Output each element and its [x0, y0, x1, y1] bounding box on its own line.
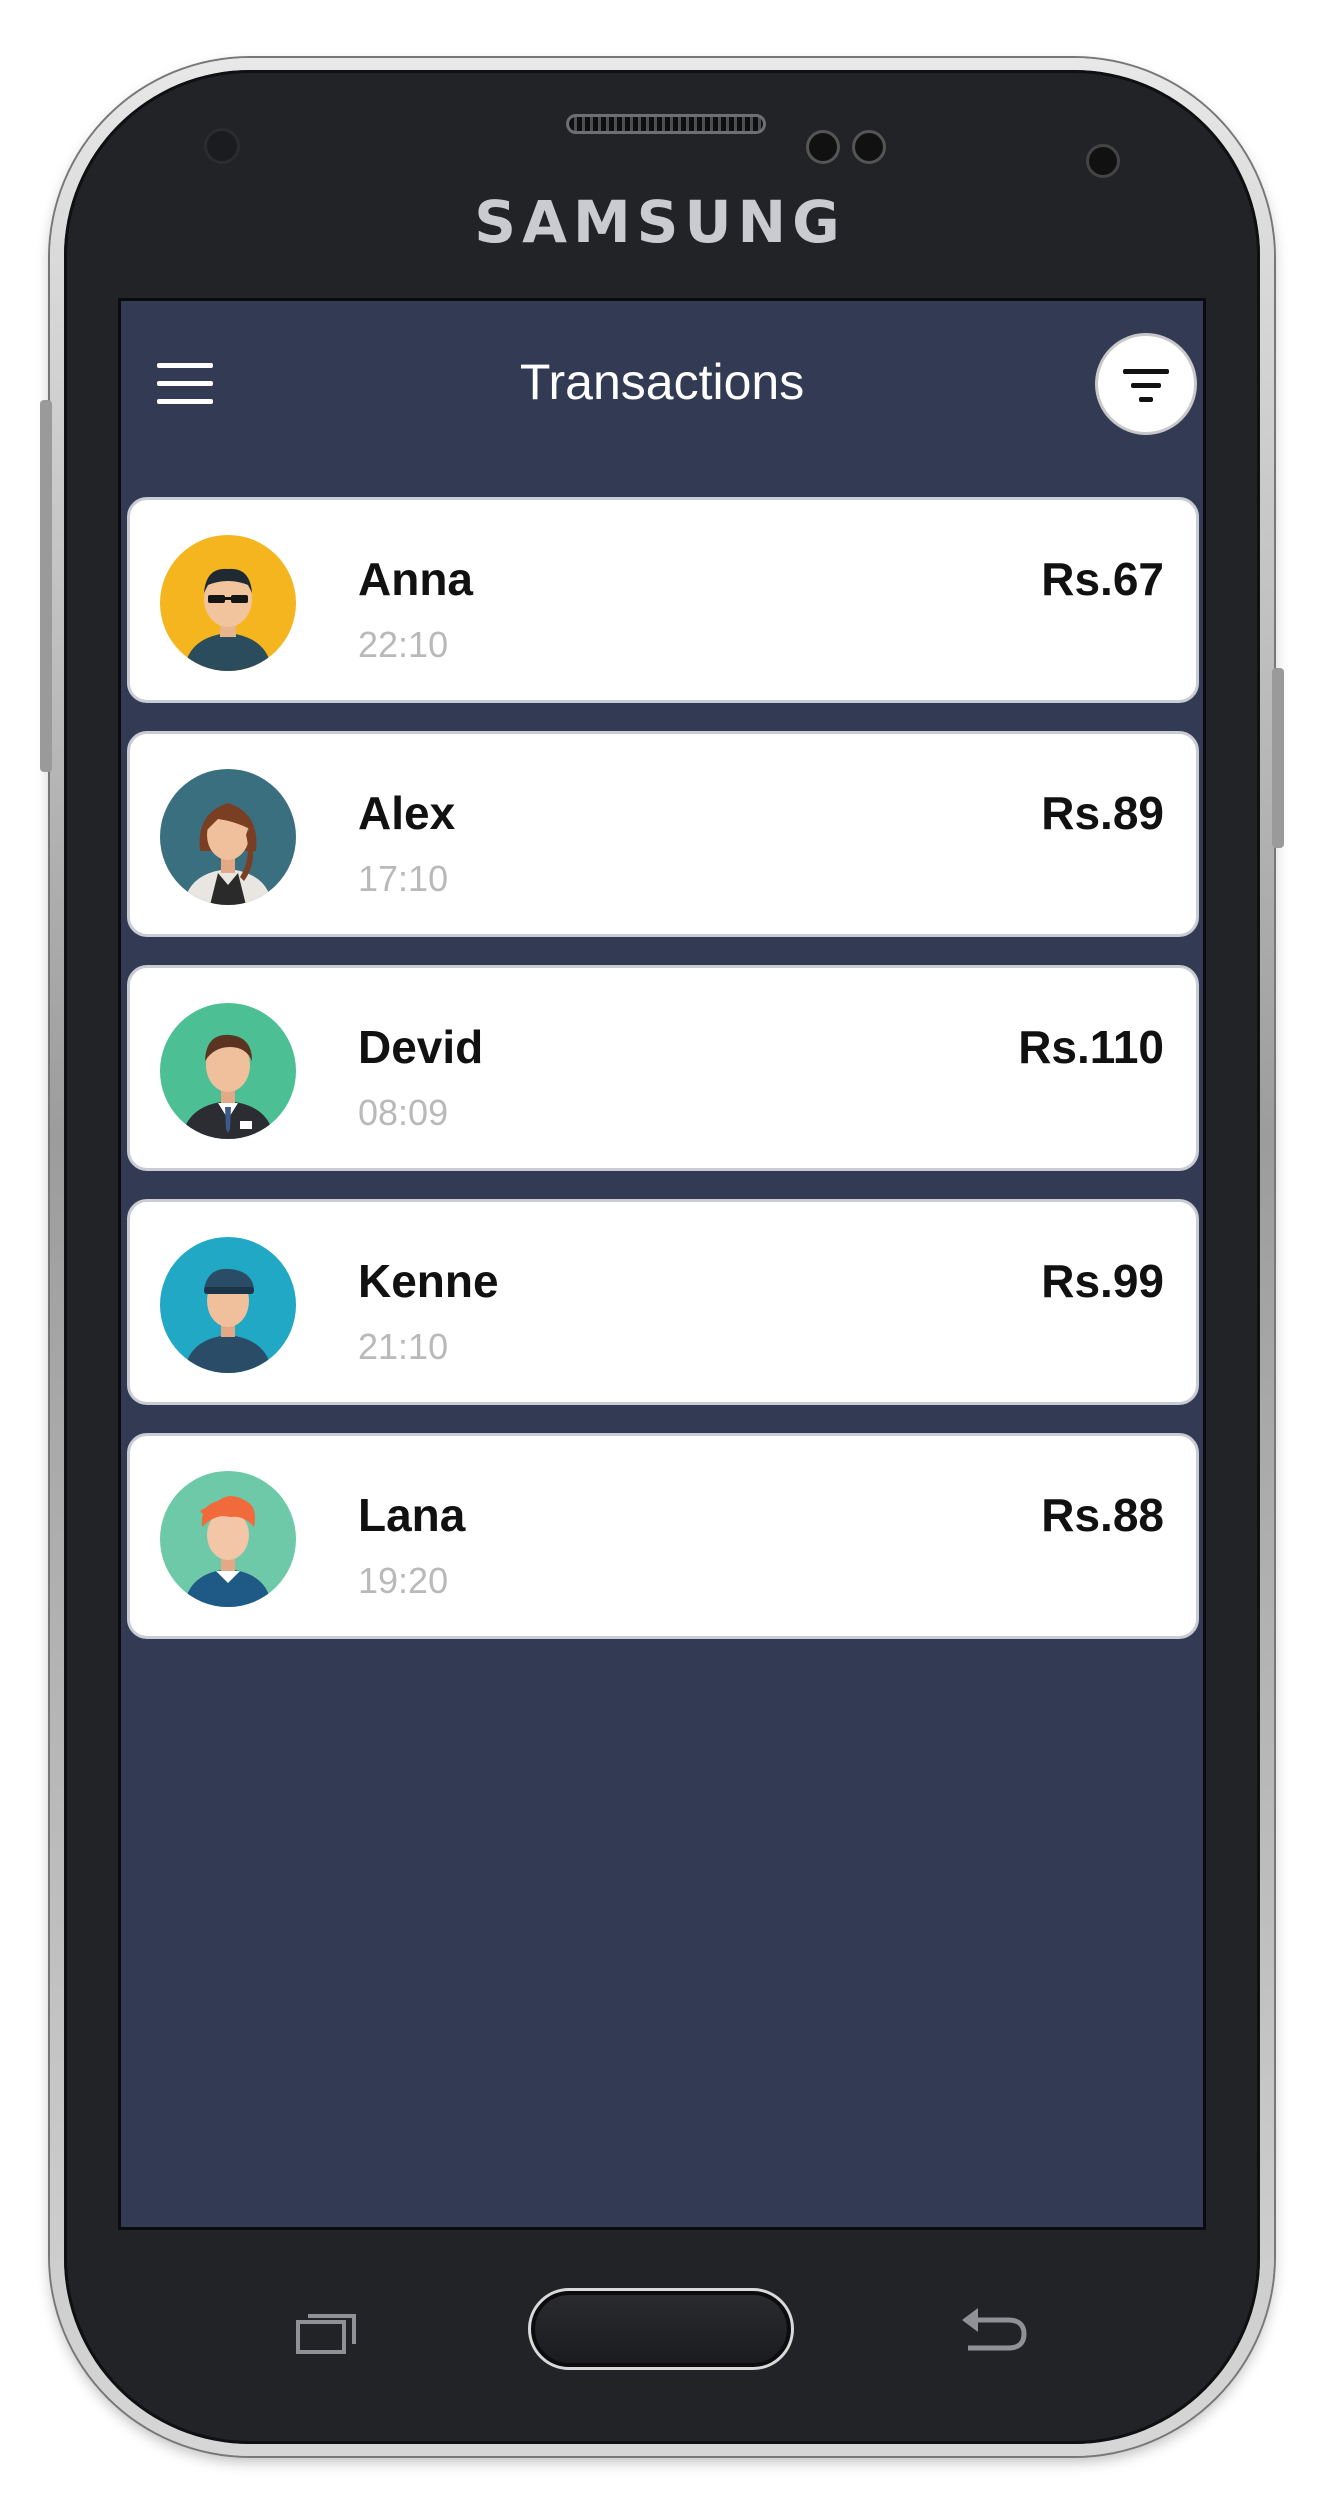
- person-sunglasses-avatar-icon: [160, 535, 296, 671]
- front-sensor-left: [806, 130, 840, 164]
- payer-name: Devid: [358, 1021, 484, 1073]
- transaction-time: 08:09: [358, 1092, 449, 1133]
- transaction-card[interactable]: Devid 08:09 Rs.110: [127, 965, 1199, 1171]
- transaction-card[interactable]: Anna 22:10 Rs.67: [127, 497, 1199, 703]
- power-button: [1272, 668, 1284, 848]
- person-suit-avatar-icon: [160, 1003, 296, 1139]
- person-woman-avatar-icon: [160, 769, 296, 905]
- brand-logo: SAMSUNG: [474, 188, 846, 256]
- transaction-card[interactable]: Alex 17:10 Rs.89: [127, 731, 1199, 937]
- recent-apps-icon: [296, 2314, 356, 2354]
- recent-apps-button[interactable]: [296, 2310, 358, 2354]
- transaction-amount: Rs.99: [1041, 1255, 1164, 1307]
- person-redhair-avatar-icon: [160, 1471, 296, 1607]
- transaction-card[interactable]: Lana 19:20 Rs.88: [127, 1433, 1199, 1639]
- volume-button: [40, 400, 52, 772]
- back-icon: [962, 2308, 1027, 2351]
- transaction-amount: Rs.89: [1041, 787, 1164, 839]
- transaction-amount: Rs.88: [1041, 1489, 1164, 1541]
- avatar: [160, 769, 296, 905]
- filter-icon-line: [1123, 369, 1169, 374]
- avatar: [160, 1237, 296, 1373]
- app-screen: Transactions Anna 22:10 Rs.67 Alex 17:10…: [118, 298, 1206, 2230]
- filter-button[interactable]: [1095, 333, 1197, 435]
- transaction-time: 17:10: [358, 858, 449, 899]
- person-cap-avatar-icon: [160, 1237, 296, 1373]
- front-camera: [1086, 144, 1120, 178]
- payer-name: Kenne: [358, 1255, 499, 1307]
- filter-icon-line: [1139, 397, 1153, 402]
- avatar: [160, 535, 296, 671]
- page-title: Transactions: [519, 354, 805, 410]
- filter-icon-line: [1131, 383, 1161, 388]
- front-sensor-right: [852, 130, 886, 164]
- transaction-time: 19:20: [358, 1560, 449, 1601]
- home-button[interactable]: [528, 2288, 794, 2370]
- transaction-card[interactable]: Kenne 21:10 Rs.99: [127, 1199, 1199, 1405]
- back-button[interactable]: [958, 2300, 1030, 2356]
- payer-name: Anna: [358, 553, 473, 605]
- avatar: [160, 1003, 296, 1139]
- payer-name: Lana: [358, 1489, 466, 1541]
- transaction-time: 21:10: [358, 1326, 449, 1367]
- avatar: [160, 1471, 296, 1607]
- transaction-time: 22:10: [358, 624, 449, 665]
- proximity-sensor: [204, 128, 240, 164]
- transaction-amount: Rs.67: [1041, 553, 1164, 605]
- payer-name: Alex: [358, 787, 456, 839]
- transaction-list: Anna 22:10 Rs.67 Alex 17:10 Rs.89 Devid …: [127, 497, 1199, 1667]
- earpiece-speaker: [566, 114, 766, 134]
- transaction-amount: Rs.110: [1018, 1021, 1164, 1073]
